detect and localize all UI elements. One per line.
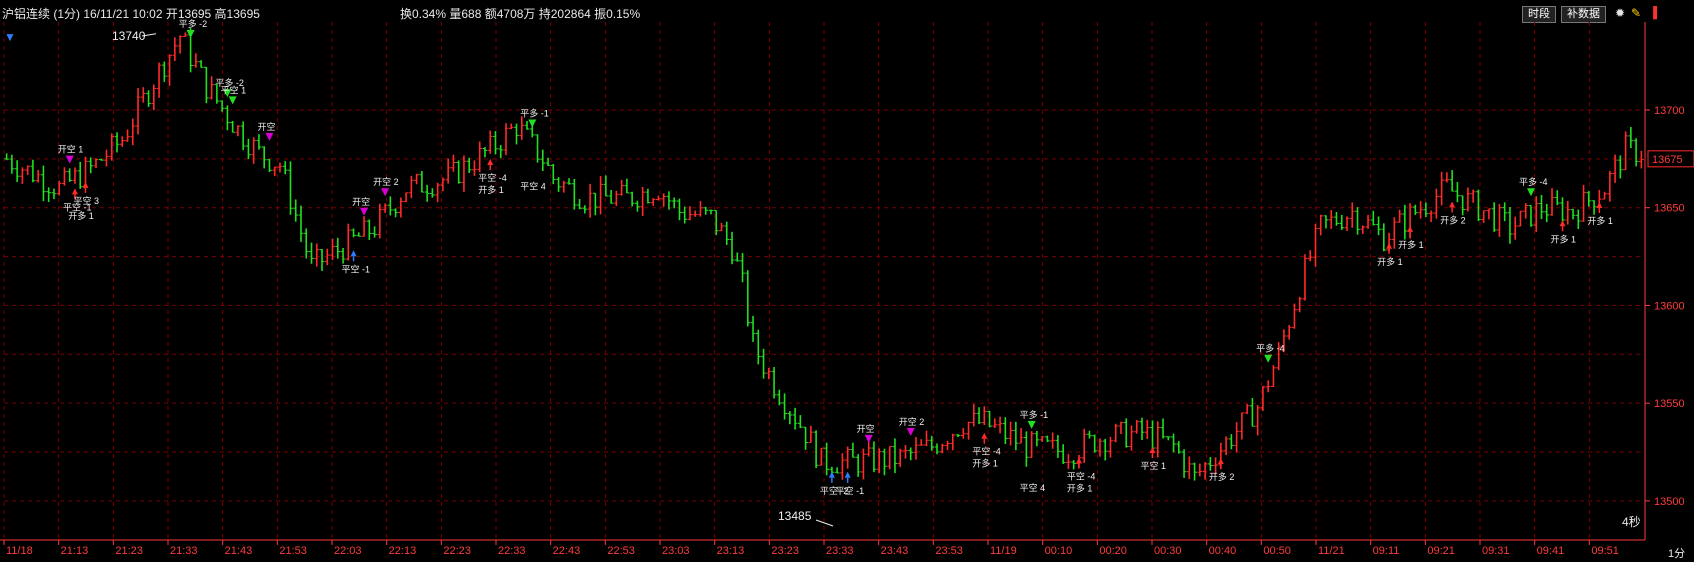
current-price-label: 13675: [1652, 154, 1683, 166]
signal-arrow-up: [1386, 242, 1393, 249]
y-tick-label: 13600: [1654, 300, 1685, 312]
signal-label: 平空 -1: [342, 263, 371, 274]
x-tick-label: 23:03: [662, 545, 690, 557]
x-tick-label: 22:33: [498, 545, 526, 557]
period-label[interactable]: 1分: [1668, 545, 1685, 561]
x-tick-label: 00:50: [1263, 545, 1291, 557]
signal-arrow-up: [82, 181, 89, 188]
signal-arrow-up: [1407, 225, 1414, 232]
signal-label: 平多 -1: [1020, 409, 1049, 420]
signal-label: 开空: [257, 121, 275, 132]
x-tick-label: 23:53: [935, 545, 963, 557]
signal-label: 开多 1: [68, 210, 94, 221]
signal-arrow-down: [1027, 420, 1036, 429]
x-tick-label: 09:11: [1373, 545, 1400, 557]
signal-arrow-down: [65, 155, 74, 164]
x-tick-label: 22:23: [443, 545, 471, 557]
signal-label: 平空 4: [1020, 482, 1046, 493]
refresh-speed: 4秒: [1622, 515, 1641, 529]
signal-label: 开多 1: [1551, 233, 1577, 244]
signal-label: 平空 -4: [972, 446, 1001, 457]
signal-arrow-up: [1559, 220, 1566, 227]
x-tick-label: 21:23: [115, 545, 143, 557]
signal-label: 平空 -4: [1067, 470, 1096, 481]
x-tick-label: 00:30: [1154, 545, 1182, 557]
y-tick-label: 13550: [1654, 398, 1685, 410]
signal-label: 平多 -2: [179, 18, 208, 29]
high-price-label: 13740: [112, 29, 146, 43]
x-tick-label: 23:33: [826, 545, 854, 557]
x-tick-label: 11/18: [6, 545, 33, 557]
signal-label: 平多 -4: [1256, 343, 1285, 354]
signal-label: 开多 1: [1587, 215, 1613, 226]
signal-label: 开多 2: [1209, 471, 1235, 482]
x-tick-label: 21:33: [170, 545, 198, 557]
signal-arrow-down: [228, 96, 237, 105]
y-tick-label: 13700: [1654, 105, 1685, 117]
signal-label: 平空 1: [1141, 460, 1167, 471]
signal-label: 开多 1: [478, 184, 504, 195]
signal-label: 平空 1: [221, 84, 247, 95]
signal-label: 平空 -4: [478, 172, 507, 183]
x-tick-label: 09:31: [1482, 545, 1510, 557]
x-tick-label: 00:20: [1099, 545, 1127, 557]
signal-label: 开空: [857, 423, 875, 434]
x-tick-label: 09:21: [1427, 545, 1455, 557]
signal-arrow-up: [1596, 202, 1603, 209]
x-tick-label: 00:40: [1209, 545, 1237, 557]
signal-label: 平多 -4: [1519, 176, 1548, 187]
signal-arrow-down: [864, 434, 873, 443]
x-tick-label: 23:13: [717, 545, 745, 557]
y-tick-label: 13500: [1654, 496, 1685, 508]
signal-arrow-up: [981, 432, 988, 439]
y-tick-label: 13650: [1654, 203, 1685, 215]
signal-arrow-up: [1217, 458, 1224, 465]
signal-label: 开多 1: [1398, 239, 1424, 250]
signal-arrow-down: [186, 30, 195, 39]
signal-label: 开多 1: [1067, 482, 1093, 493]
signal-arrow-up: [1449, 201, 1456, 208]
signal-label: 开空: [352, 196, 370, 207]
signal-arrow-up: [71, 188, 78, 195]
x-tick-label: 22:43: [553, 545, 581, 557]
signal-arrow-down: [528, 119, 537, 128]
signal-label: 开空 2: [899, 416, 925, 427]
signal-label: 开多 1: [1377, 256, 1403, 267]
x-tick-label: 09:51: [1591, 545, 1619, 557]
signal-arrow-up: [844, 471, 851, 478]
signal-arrow-down: [1526, 188, 1535, 197]
low-price-label: 13485: [778, 509, 812, 523]
x-tick-label: 22:13: [389, 545, 417, 557]
signal-label: 开多 1: [972, 458, 998, 469]
signal-arrow-down: [1264, 354, 1273, 363]
x-tick-label: 22:03: [334, 545, 362, 557]
signal-arrow-down: [381, 188, 390, 197]
x-tick-label: 23:43: [881, 545, 909, 557]
x-tick-label: 21:43: [225, 545, 253, 557]
trade-signals: 开空 1平空 -1平空 3开多 1平多 -2平多 -2平空 1开空平空 -1开空…: [58, 18, 1613, 496]
signal-label: 平多 -1: [520, 108, 549, 119]
signal-arrow-down: [360, 207, 369, 216]
signal-arrow-up: [487, 159, 494, 166]
signal-label: 平空 3: [73, 195, 99, 206]
x-tick-label: 00:10: [1045, 545, 1073, 557]
signal-label: 平空 -1: [836, 485, 865, 496]
x-tick-label: 22:53: [607, 545, 635, 557]
x-tick-label: 09:41: [1537, 545, 1565, 557]
signal-label: 开多 2: [1440, 214, 1466, 225]
signal-label: 平空 4: [520, 181, 546, 192]
signal-label: 开空 1: [58, 144, 84, 155]
signal-arrow-down: [265, 132, 274, 141]
x-tick-label: 21:53: [279, 545, 307, 557]
grid-lines: [3, 22, 1644, 540]
signal-arrow-up: [350, 250, 357, 257]
candlestick-chart: 开空 1平空 -1平空 3开多 1平多 -2平多 -2平空 1开空平空 -1开空…: [0, 18, 1694, 557]
x-tick-label: 21:13: [61, 545, 89, 557]
signal-arrow-down: [906, 427, 915, 436]
signal-label: 开空 2: [373, 176, 399, 187]
x-tick-label: 11/19: [990, 545, 1017, 557]
x-tick-label: 11/21: [1318, 545, 1345, 557]
x-tick-label: 23:23: [771, 545, 799, 557]
